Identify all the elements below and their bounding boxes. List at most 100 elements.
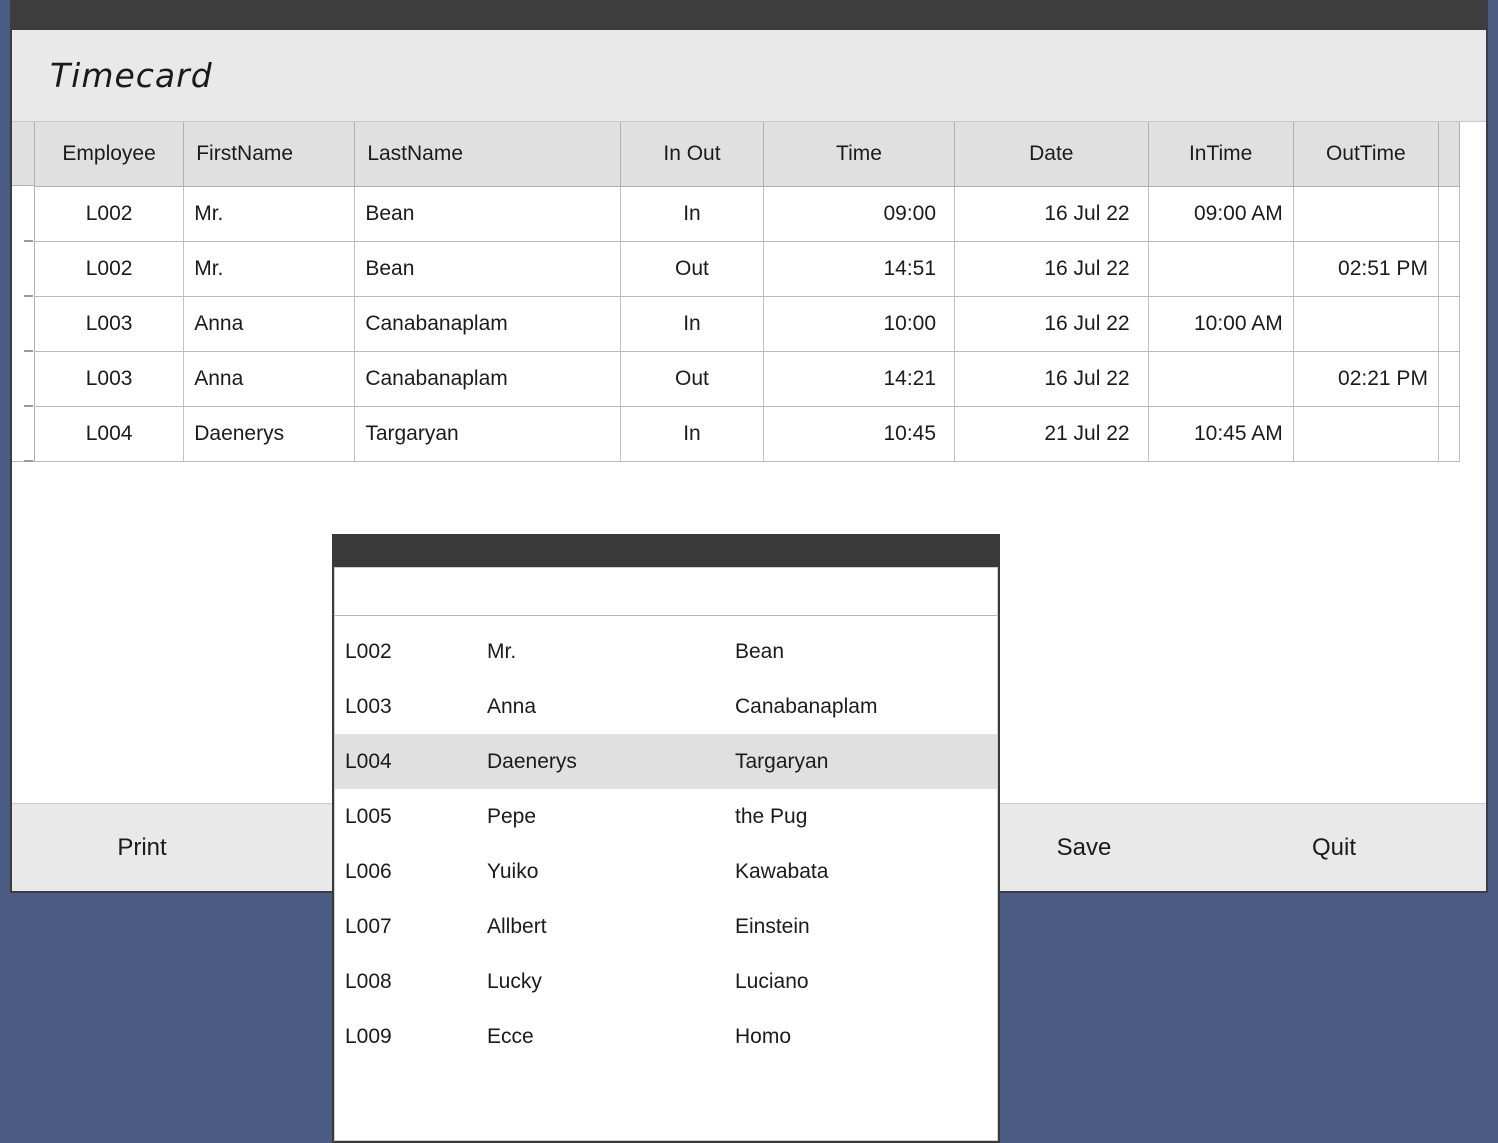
cell-inout[interactable]: In	[621, 406, 764, 461]
picker-item-lastname: Targaryan	[735, 750, 997, 774]
cell-outtime[interactable]	[1293, 296, 1438, 351]
cell-time[interactable]: 14:21	[763, 351, 954, 406]
picker-item-firstname: Allbert	[487, 915, 735, 939]
picker-list-item[interactable]: L006YuikoKawabata	[335, 844, 997, 899]
cell-employee[interactable]: L002	[35, 186, 184, 241]
print-button[interactable]: Print	[12, 834, 272, 862]
row-selector-header	[12, 122, 34, 186]
table-row[interactable]: L003AnnaCanabanaplamIn10:0016 Jul 2210:0…	[35, 296, 1460, 351]
cell-employee[interactable]: L003	[35, 351, 184, 406]
cell-date[interactable]: 16 Jul 22	[955, 296, 1149, 351]
cell-time[interactable]: 10:00	[763, 296, 954, 351]
cell-lastname[interactable]: Targaryan	[355, 406, 621, 461]
cell-inout[interactable]: Out	[621, 241, 764, 296]
column-header-inout[interactable]: In Out	[621, 122, 764, 186]
cell-intime[interactable]: 09:00 AM	[1148, 186, 1293, 241]
picker-item-lastname: Bean	[735, 640, 997, 664]
picker-list-item[interactable]: L005Pepethe Pug	[335, 789, 997, 844]
row-selector-cell[interactable]	[12, 406, 34, 461]
picker-list-item[interactable]: L002Mr.Bean	[335, 624, 997, 679]
column-header-outtime[interactable]: OutTime	[1293, 122, 1438, 186]
employee-picker-window: L002Mr.BeanL003AnnaCanabanaplamL004Daene…	[332, 534, 1000, 1143]
picker-item-firstname: Daenerys	[487, 750, 735, 774]
picker-item-id: L009	[335, 1025, 487, 1049]
picker-list-item[interactable]: L004DaenerysTargaryan	[335, 734, 997, 789]
cell-firstname[interactable]: Mr.	[184, 241, 355, 296]
cell-employee[interactable]: L004	[35, 406, 184, 461]
picker-list: L002Mr.BeanL003AnnaCanabanaplamL004Daene…	[335, 616, 997, 1064]
cell-lastname[interactable]: Bean	[355, 186, 621, 241]
column-header-lastname[interactable]: LastName	[355, 122, 621, 186]
table-row[interactable]: L003AnnaCanabanaplamOut14:2116 Jul 22 02:…	[35, 351, 1460, 406]
column-header-time[interactable]: Time	[763, 122, 954, 186]
cell-filler	[1438, 186, 1459, 241]
picker-titlebar[interactable]	[334, 536, 998, 567]
table-body: L002Mr.BeanIn09:0016 Jul 2209:00 AML002M…	[35, 186, 1460, 461]
picker-list-item[interactable]: L003AnnaCanabanaplam	[335, 679, 997, 734]
cell-employee[interactable]: L002	[35, 241, 184, 296]
row-selector-cell[interactable]	[12, 296, 34, 351]
picker-item-id: L004	[335, 750, 487, 774]
picker-search-input[interactable]	[335, 568, 997, 615]
picker-item-id: L006	[335, 860, 487, 884]
column-header-employee[interactable]: Employee	[35, 122, 184, 186]
form-header: Timecard	[12, 30, 1486, 122]
column-header-firstname[interactable]: FirstName	[184, 122, 355, 186]
column-header-date[interactable]: Date	[955, 122, 1149, 186]
picker-item-id: L005	[335, 805, 487, 829]
cell-firstname[interactable]: Anna	[184, 296, 355, 351]
cell-intime[interactable]: 10:45 AM	[1148, 406, 1293, 461]
picker-item-lastname: Einstein	[735, 915, 997, 939]
page-title: Timecard	[12, 56, 213, 95]
cell-employee[interactable]: L003	[35, 296, 184, 351]
cell-lastname[interactable]: Bean	[355, 241, 621, 296]
cell-date[interactable]: 16 Jul 22	[955, 186, 1149, 241]
cell-firstname[interactable]: Daenerys	[184, 406, 355, 461]
save-button[interactable]: Save	[994, 834, 1174, 862]
picker-list-item[interactable]: L009EcceHomo	[335, 1009, 997, 1064]
row-selector-cell[interactable]	[12, 186, 34, 241]
row-selector-cell[interactable]	[12, 241, 34, 296]
table-row[interactable]: L002Mr.BeanIn09:0016 Jul 2209:00 AM	[35, 186, 1460, 241]
cell-firstname[interactable]: Mr.	[184, 186, 355, 241]
cell-inout[interactable]: In	[621, 296, 764, 351]
cell-outtime[interactable]: 02:51 PM	[1293, 241, 1438, 296]
cell-outtime[interactable]: 02:21 PM	[1293, 351, 1438, 406]
timecard-table: Employee FirstName LastName In Out Time …	[35, 122, 1460, 462]
cell-time[interactable]: 10:45	[763, 406, 954, 461]
cell-firstname[interactable]: Anna	[184, 351, 355, 406]
row-selector-cell[interactable]	[12, 351, 34, 406]
cell-date[interactable]: 16 Jul 22	[955, 241, 1149, 296]
cell-filler	[1438, 296, 1459, 351]
cell-lastname[interactable]: Canabanaplam	[355, 351, 621, 406]
table-row[interactable]: L002Mr.BeanOut14:5116 Jul 22 02:51 PM	[35, 241, 1460, 296]
cell-intime[interactable]	[1148, 241, 1293, 296]
cell-intime[interactable]: 10:00 AM	[1148, 296, 1293, 351]
cell-filler	[1438, 351, 1459, 406]
cell-lastname[interactable]: Canabanaplam	[355, 296, 621, 351]
cell-outtime[interactable]	[1293, 406, 1438, 461]
picker-item-firstname: Mr.	[487, 640, 735, 664]
column-header-intime[interactable]: InTime	[1148, 122, 1293, 186]
quit-button[interactable]: Quit	[1244, 834, 1424, 862]
picker-list-item[interactable]: L007AllbertEinstein	[335, 899, 997, 954]
picker-item-lastname: Homo	[735, 1025, 997, 1049]
cell-outtime[interactable]	[1293, 186, 1438, 241]
cell-time[interactable]: 09:00	[763, 186, 954, 241]
table-row[interactable]: L004DaenerysTargaryanIn10:4521 Jul 2210:…	[35, 406, 1460, 461]
cell-time[interactable]: 14:51	[763, 241, 954, 296]
cell-date[interactable]: 21 Jul 22	[955, 406, 1149, 461]
picker-search-row	[335, 568, 997, 616]
cell-inout[interactable]: In	[621, 186, 764, 241]
cell-inout[interactable]: Out	[621, 351, 764, 406]
window-titlebar[interactable]	[10, 0, 1488, 30]
cell-intime[interactable]	[1148, 351, 1293, 406]
picker-item-lastname: the Pug	[735, 805, 997, 829]
picker-item-firstname: Ecce	[487, 1025, 735, 1049]
timecard-grid: Employee FirstName LastName In Out Time …	[12, 122, 1460, 462]
picker-item-id: L002	[335, 640, 487, 664]
column-header-filler	[1438, 122, 1459, 186]
picker-item-lastname: Kawabata	[735, 860, 997, 884]
picker-list-item[interactable]: L008LuckyLuciano	[335, 954, 997, 1009]
cell-date[interactable]: 16 Jul 22	[955, 351, 1149, 406]
